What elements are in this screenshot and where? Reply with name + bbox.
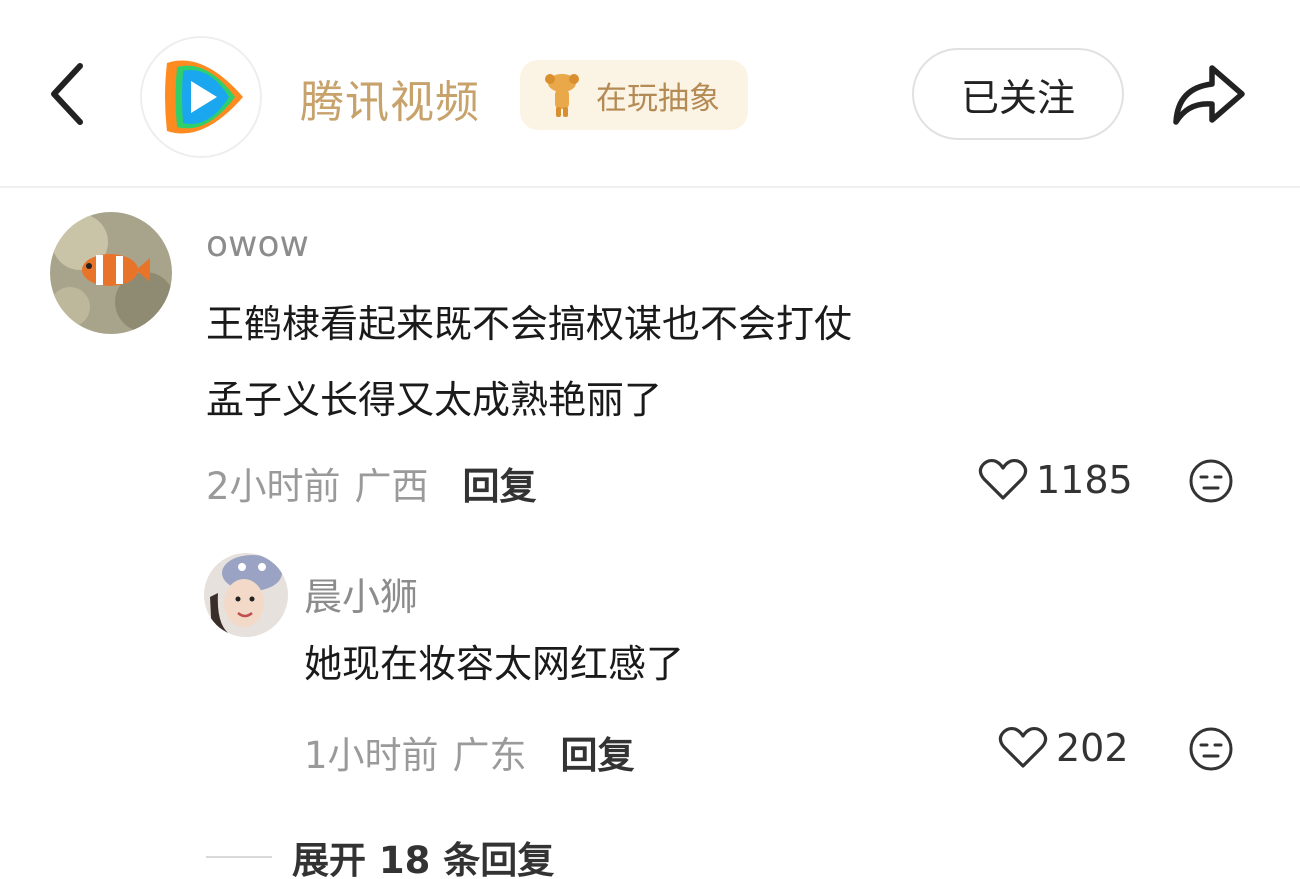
like-count: 202 xyxy=(1056,726,1129,770)
avatar[interactable] xyxy=(50,212,172,334)
reaction-button[interactable] xyxy=(1188,458,1234,504)
like-button[interactable]: 202 xyxy=(998,726,1129,770)
comment-meta: 2小时前 广西 回复 xyxy=(206,456,537,510)
back-arrow-icon xyxy=(51,63,83,125)
reply-button[interactable]: 回复 xyxy=(463,456,537,510)
girl-avatar-image xyxy=(204,553,288,637)
reply-button[interactable]: 回复 xyxy=(561,725,635,779)
back-button[interactable] xyxy=(40,58,100,130)
expand-replies-label: 展开 18 条回复 xyxy=(292,839,555,879)
comment-username[interactable]: 晨小狮 xyxy=(304,566,418,621)
comment-location: 广东 xyxy=(452,734,527,777)
comment-location: 广西 xyxy=(354,465,429,508)
reaction-face-icon xyxy=(1189,727,1233,771)
header-bar: 腾讯视频 在玩抽象 已关注 xyxy=(0,0,1300,188)
reaction-face-icon xyxy=(1189,459,1233,503)
tencent-video-logo-icon xyxy=(165,60,243,134)
comment-text-line: 她现在妆容太网红感了 xyxy=(304,642,685,686)
expand-replies-button[interactable]: 展开 18 条回复 xyxy=(206,830,554,879)
like-button[interactable]: 1185 xyxy=(978,458,1133,502)
badge-label: 在玩抽象 xyxy=(596,80,720,117)
comment-time: 2小时前 xyxy=(206,465,341,508)
expand-divider-line xyxy=(206,856,272,858)
comment-page: 腾讯视频 在玩抽象 已关注 owow 王鹤棣看起来既不会搞权谋也不会打仗 孟子义… xyxy=(0,0,1300,879)
comment-username[interactable]: owow xyxy=(206,224,309,265)
status-badge[interactable]: 在玩抽象 xyxy=(520,60,748,130)
header-divider xyxy=(0,186,1300,188)
comment-meta: 1小时前 广东 回复 xyxy=(304,725,635,779)
share-button[interactable] xyxy=(1166,58,1250,134)
comment-text-line: 孟子义长得又太成熟艳丽了 xyxy=(206,378,663,422)
share-icon xyxy=(1173,65,1245,125)
avatar[interactable] xyxy=(204,553,288,637)
channel-avatar[interactable] xyxy=(140,36,262,158)
follow-button[interactable]: 已关注 xyxy=(912,48,1124,140)
heart-icon xyxy=(998,726,1048,768)
reaction-button[interactable] xyxy=(1188,726,1234,772)
like-count: 1185 xyxy=(1036,458,1133,502)
comment-text-line: 王鹤棣看起来既不会搞权谋也不会打仗 xyxy=(206,302,853,346)
heart-icon xyxy=(978,458,1028,500)
clownfish-avatar-image xyxy=(50,212,172,334)
channel-name[interactable]: 腾讯视频 xyxy=(300,66,480,130)
comment-time: 1小时前 xyxy=(304,734,439,777)
badge-mascot-icon xyxy=(545,74,579,117)
